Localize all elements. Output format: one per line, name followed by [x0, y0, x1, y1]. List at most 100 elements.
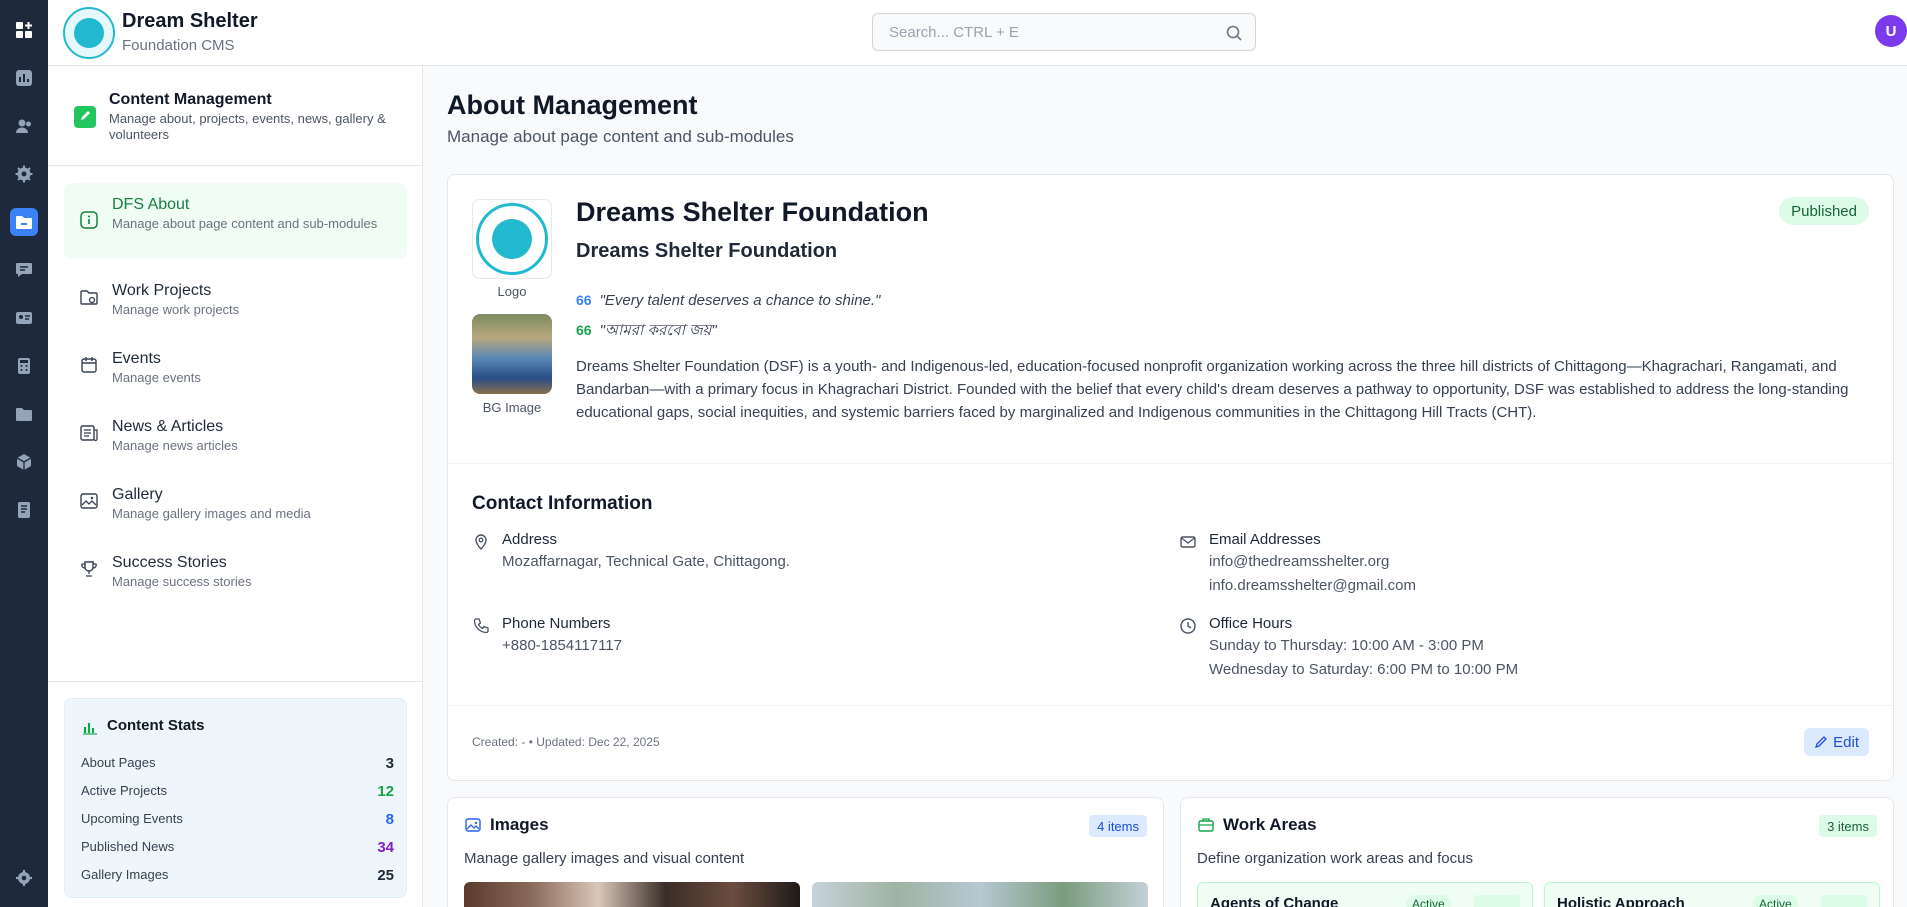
- info-icon: [80, 211, 98, 229]
- sidebar-item-work-projects[interactable]: Work Projects Manage work projects: [64, 273, 407, 323]
- meta-info: Created: - • Updated: Dec 22, 2025: [472, 735, 660, 749]
- office-hours-label: Office Hours: [1209, 615, 1293, 632]
- folder-icon[interactable]: [10, 208, 38, 236]
- sidebar-item-label: Work Projects: [112, 282, 212, 299]
- divider: [448, 705, 1893, 706]
- stat-row: Published News 34: [81, 839, 394, 859]
- email-value[interactable]: info.dreamsshelter@gmail.com: [1209, 577, 1416, 594]
- phone-icon: [473, 618, 489, 634]
- icon-rail: [0, 0, 48, 907]
- quote-icon: 66: [576, 292, 592, 308]
- users-icon[interactable]: [10, 112, 38, 140]
- bg-image[interactable]: [472, 314, 552, 394]
- logo-caption: Logo: [497, 284, 527, 299]
- bar-chart-icon: [83, 723, 97, 735]
- search-icon[interactable]: [1225, 24, 1243, 42]
- content-stats-panel: Content Stats About Pages 3 Active Proje…: [64, 698, 407, 898]
- chat-icon[interactable]: [10, 256, 38, 284]
- page-title: About Management: [447, 90, 698, 120]
- sidebar-item-label: Gallery: [112, 486, 163, 503]
- office-hours-value: Sunday to Thursday: 10:00 AM - 3:00 PM: [1209, 637, 1484, 654]
- top-bar: Dream Shelter Foundation CMS U: [48, 0, 1907, 66]
- work-area-action[interactable]: [1821, 895, 1867, 907]
- sidebar-item-label: DFS About: [112, 196, 190, 213]
- edit-note-icon: [74, 106, 96, 128]
- sidebar-item-desc: Manage success stories: [112, 574, 252, 589]
- work-area-action[interactable]: [1474, 895, 1520, 907]
- sidebar-item-desc: Manage about page content and sub-module…: [112, 216, 378, 231]
- chart-icon[interactable]: [10, 64, 38, 92]
- image-icon: [465, 818, 481, 832]
- location-pin-icon: [475, 534, 487, 550]
- search-box[interactable]: [872, 13, 1256, 51]
- sidebar-item-success-stories[interactable]: Success Stories Manage success stories: [64, 545, 407, 595]
- phone-value[interactable]: +880-1854117117: [502, 637, 622, 654]
- sidebar-header: Content Management Manage about, project…: [48, 66, 422, 166]
- sidebar-item-events[interactable]: Events Manage events: [64, 341, 407, 391]
- org-name: Dreams Shelter Foundation: [576, 197, 929, 227]
- work-areas-count-badge: 3 items: [1819, 815, 1877, 837]
- page-subtitle: Manage about page content and sub-module…: [447, 127, 794, 146]
- work-area-item[interactable]: Agents of Change Active: [1197, 882, 1533, 907]
- email-value[interactable]: info@thedreamsshelter.org: [1209, 553, 1389, 570]
- gear-icon[interactable]: [10, 864, 38, 892]
- calculator-icon[interactable]: [10, 352, 38, 380]
- stat-value: 12: [377, 783, 394, 800]
- main-content: About Management Manage about page conte…: [424, 66, 1907, 907]
- box-icon[interactable]: [10, 448, 38, 476]
- dashboard-icon[interactable]: [10, 16, 38, 44]
- work-area-status: Active: [1406, 895, 1451, 907]
- work-area-item[interactable]: Holistic Approach Active: [1544, 882, 1880, 907]
- bg-caption: BG Image: [482, 400, 542, 415]
- office-hours-value: Wednesday to Saturday: 6:00 PM to 10:00 …: [1209, 661, 1519, 678]
- folder-alt-icon[interactable]: [10, 400, 38, 428]
- work-areas-title: Work Areas: [1223, 815, 1317, 834]
- content-sidebar: Content Management Manage about, project…: [48, 66, 423, 907]
- sidebar-subtitle: Manage about, projects, events, news, ga…: [109, 111, 386, 142]
- stat-label: Upcoming Events: [81, 811, 183, 826]
- sidebar-item-label: Success Stories: [112, 554, 227, 571]
- id-card-icon[interactable]: [10, 304, 38, 332]
- images-count-badge: 4 items: [1089, 815, 1147, 837]
- sidebar-divider: [48, 681, 422, 682]
- stat-label: Active Projects: [81, 783, 167, 798]
- images-card: Images 4 items Manage gallery images and…: [447, 797, 1164, 907]
- user-avatar[interactable]: U: [1875, 15, 1907, 47]
- edit-button-label: Edit: [1833, 733, 1859, 751]
- calendar-icon: [81, 357, 97, 373]
- settings-icon[interactable]: [10, 160, 38, 188]
- phone-label: Phone Numbers: [502, 615, 611, 632]
- sidebar-title: Content Management: [109, 91, 272, 108]
- work-area-status: Active: [1753, 895, 1798, 907]
- stats-title: Content Stats: [107, 717, 205, 734]
- images-desc: Manage gallery images and visual content: [464, 850, 745, 867]
- gallery-thumbnail[interactable]: [812, 882, 1148, 907]
- status-badge: Published: [1779, 197, 1869, 225]
- address-block: Address Mozaffarnagar, Technical Gate, C…: [472, 531, 1072, 571]
- search-input[interactable]: [873, 14, 1203, 50]
- quote-icon: 66: [576, 322, 592, 338]
- work-area-title: Holistic Approach: [1557, 895, 1685, 907]
- gallery-thumbnail[interactable]: [464, 882, 800, 907]
- sidebar-item-gallery[interactable]: Gallery Manage gallery images and media: [64, 477, 407, 527]
- logo-image[interactable]: [472, 199, 552, 279]
- sidebar-item-desc: Manage events: [112, 370, 201, 385]
- pencil-icon: [1815, 736, 1828, 749]
- stat-label: Gallery Images: [81, 867, 169, 882]
- brand-logo[interactable]: [63, 7, 115, 59]
- email-label: Email Addresses: [1209, 531, 1321, 548]
- divider: [448, 463, 1893, 464]
- sidebar-item-news[interactable]: News & Articles Manage news articles: [64, 409, 407, 459]
- stat-value: 25: [377, 867, 394, 884]
- stat-row: About Pages 3: [81, 755, 394, 775]
- about-description: Dreams Shelter Foundation (DSF) is a you…: [576, 358, 1849, 421]
- work-areas-desc: Define organization work areas and focus: [1197, 850, 1473, 867]
- sidebar-item-dfs-about[interactable]: DFS About Manage about page content and …: [64, 183, 407, 259]
- brand-title: Dream Shelter: [122, 10, 258, 32]
- folder-gear-icon: [80, 290, 98, 305]
- quote-english: 66 "Every talent deserves a chance to shi…: [576, 292, 881, 309]
- contact-title: Contact Information: [472, 493, 653, 514]
- book-icon[interactable]: [10, 496, 38, 524]
- edit-button[interactable]: Edit: [1804, 728, 1869, 756]
- email-block: Email Addresses info@thedreamsshelter.or…: [1179, 531, 1779, 594]
